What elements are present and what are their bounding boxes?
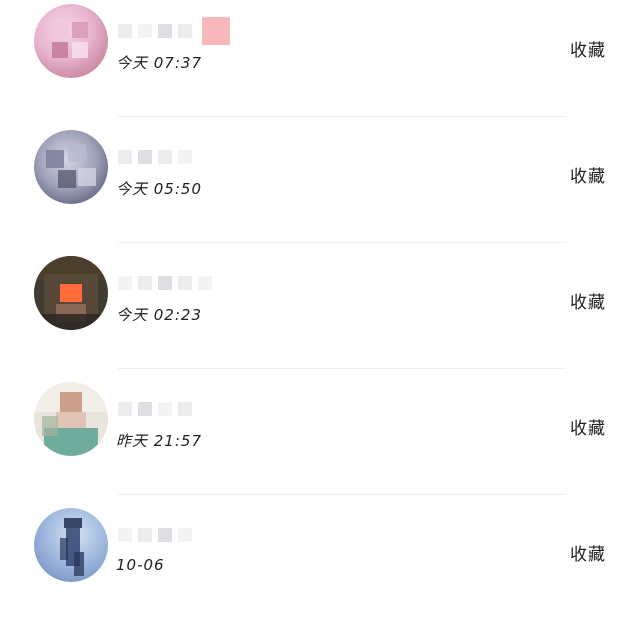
blur-block: [198, 276, 212, 290]
avatar[interactable]: [34, 382, 108, 456]
blur-block: [158, 150, 172, 164]
blur-block: [158, 402, 172, 416]
blur-block: [158, 528, 172, 542]
avatar[interactable]: [34, 4, 108, 78]
blur-block: [118, 402, 132, 416]
avatar[interactable]: [34, 130, 108, 204]
blur-block: [118, 528, 132, 542]
avatar[interactable]: [34, 256, 108, 330]
blur-block: [138, 402, 152, 416]
blurred-username: [118, 17, 230, 45]
blur-block: [178, 276, 192, 290]
message-list: 今天 07:37 收藏 今天 05:50 收藏 今天 02:23 收藏 昨天 2…: [0, 0, 640, 619]
blur-block: [158, 24, 172, 38]
favorite-button[interactable]: 收藏: [570, 540, 606, 565]
timestamp: 今天 02:23: [116, 306, 202, 324]
blur-block: [118, 276, 132, 290]
list-item[interactable]: 今天 07:37 收藏: [0, 0, 640, 126]
favorite-button[interactable]: 收藏: [570, 36, 606, 61]
blur-block: [178, 402, 192, 416]
favorite-button[interactable]: 收藏: [570, 162, 606, 187]
blur-block: [158, 276, 172, 290]
blur-block: [138, 150, 152, 164]
blur-block: [118, 150, 132, 164]
blurred-username: [118, 270, 212, 296]
blurred-username: [118, 144, 192, 170]
blur-block: [178, 528, 192, 542]
blur-block: [138, 276, 152, 290]
timestamp: 10-06: [116, 556, 165, 574]
badge-icon: [202, 17, 230, 45]
divider: [118, 116, 566, 117]
divider: [118, 494, 566, 495]
list-item[interactable]: 10-06 收藏: [0, 504, 640, 630]
blur-block: [138, 528, 152, 542]
list-item[interactable]: 今天 05:50 收藏: [0, 126, 640, 252]
blur-block: [118, 24, 132, 38]
timestamp: 今天 05:50: [116, 180, 202, 198]
favorite-button[interactable]: 收藏: [570, 414, 606, 439]
blurred-username: [118, 396, 192, 422]
list-item[interactable]: 今天 02:23 收藏: [0, 252, 640, 378]
blur-block: [138, 24, 152, 38]
favorite-button[interactable]: 收藏: [570, 288, 606, 313]
blur-block: [178, 24, 192, 38]
divider: [118, 242, 566, 243]
timestamp: 今天 07:37: [116, 54, 202, 72]
avatar[interactable]: [34, 508, 108, 582]
blur-block: [178, 150, 192, 164]
timestamp: 昨天 21:57: [116, 432, 202, 450]
list-item[interactable]: 昨天 21:57 收藏: [0, 378, 640, 504]
divider: [118, 368, 566, 369]
blurred-username: [118, 522, 192, 548]
